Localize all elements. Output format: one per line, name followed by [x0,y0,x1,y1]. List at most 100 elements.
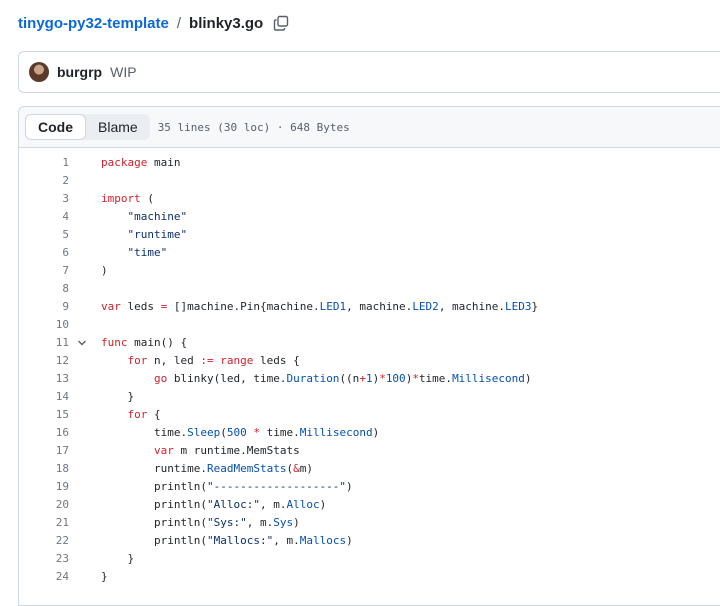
code-token: { [147,408,161,421]
line-number[interactable]: 3 [19,190,69,208]
code-token: time. [259,426,300,439]
commit-message[interactable]: WIP [110,64,136,80]
file-name: blinky3.go [189,14,264,32]
code-line: 4 "machine" [19,208,720,226]
line-content: for { [101,406,161,424]
line-content: import ( [101,190,154,208]
line-number[interactable]: 7 [19,262,69,280]
code-token: LED3 [505,300,532,313]
code-line: 11 func main() { [19,334,720,352]
copy-icon[interactable] [273,15,289,31]
code-token: := [200,354,214,367]
line-number[interactable]: 11 [19,334,69,352]
code-token: println( [101,480,207,493]
line-number[interactable]: 22 [19,532,69,550]
code-token: * [379,372,386,385]
code-line: 14 } [19,388,720,406]
repo-link[interactable]: tinygo-py32-template [18,15,169,32]
code-token: } [101,390,135,403]
code-token: * [412,372,419,385]
line-number[interactable]: 21 [19,514,69,532]
line-number[interactable]: 19 [19,478,69,496]
code-token: } [531,300,539,313]
line-number[interactable]: 6 [19,244,69,262]
code-token: Alloc [286,498,320,511]
code-token: Sleep [187,426,221,439]
code-line: 12 for n, led := range leds { [19,352,720,370]
code-token: ( [220,426,227,439]
code-line: 16 time.Sleep(500 * time.Millisecond) [19,424,720,442]
line-number[interactable]: 10 [19,316,69,334]
code-token: go [153,372,168,385]
commit-author[interactable]: burgrp [57,64,102,80]
line-content: } [101,568,108,586]
line-number[interactable]: 17 [19,442,69,460]
avatar[interactable] [29,62,49,82]
code-token: "-------------------" [206,480,347,493]
code-token: var [153,444,174,457]
code-token: time. [418,372,453,385]
code-token: , machine. [438,300,506,313]
code-token: n, led [147,354,201,367]
line-content: "time" [101,244,168,262]
code-token: package [101,156,148,169]
code-token: ) [346,534,353,547]
line-content: time.Sleep(500 * time.Millisecond) [101,424,379,442]
line-number[interactable]: 13 [19,370,69,388]
code-line: 15 for { [19,406,720,424]
code-token: , m. [246,516,274,529]
code-token: "Sys:" [206,516,247,529]
line-content: func main() { [101,334,187,352]
code-token: runtime. [101,462,207,475]
line-number[interactable]: 9 [19,298,69,316]
breadcrumb-separator: / [176,14,182,32]
code-line: 19 println("-------------------") [19,478,720,496]
line-number[interactable]: 24 [19,568,69,586]
code-line: 13 go blinky(led, time.Duration((n+1)*10… [19,370,720,388]
line-number[interactable]: 1 [19,154,69,172]
code-token: m runtime.MemStats [173,444,300,457]
code-token: var [101,300,121,313]
code-line: 22 println("Mallocs:", m.Mallocs) [19,532,720,550]
tab-blame[interactable]: Blame [86,114,150,140]
code-token: Sys [273,516,294,529]
code-token: ) [346,480,353,493]
code-token: , machine. [346,300,413,313]
line-content: var m runtime.MemStats [101,442,300,460]
line-number[interactable]: 5 [19,226,69,244]
line-number[interactable]: 2 [19,172,69,190]
code-token: m) [299,462,313,475]
code-line: 24} [19,568,720,586]
line-content: runtime.ReadMemStats(&m) [101,460,313,478]
line-number[interactable]: 12 [19,352,69,370]
tab-code[interactable]: Code [25,114,86,140]
line-number[interactable]: 23 [19,550,69,568]
code-token: ) [101,264,108,277]
code-token: ) [319,498,327,511]
line-content: } [101,550,134,568]
code-token: Duration [286,372,340,385]
code-token: ) [524,372,532,385]
code-token: 500 [226,426,247,439]
line-number[interactable]: 16 [19,424,69,442]
line-number[interactable]: 4 [19,208,69,226]
code-token: leds { [253,354,300,367]
line-number[interactable]: 20 [19,496,69,514]
code-view: 1 package main 2 3 import (4 "machine" 5 "run… [19,154,720,586]
code-line: 6 "time" [19,244,720,262]
line-number[interactable]: 18 [19,460,69,478]
line-content: println("-------------------") [101,478,353,496]
line-number[interactable]: 14 [19,388,69,406]
line-number[interactable]: 15 [19,406,69,424]
code-token: "machine" [127,210,188,223]
code-line: 5 "runtime" [19,226,720,244]
code-token: range [220,354,254,367]
code-token: for [127,408,148,421]
code-token: Millisecond [299,426,373,439]
code-line: 10 [19,316,720,334]
code-token: , m. [273,534,300,547]
line-number[interactable]: 8 [19,280,69,298]
